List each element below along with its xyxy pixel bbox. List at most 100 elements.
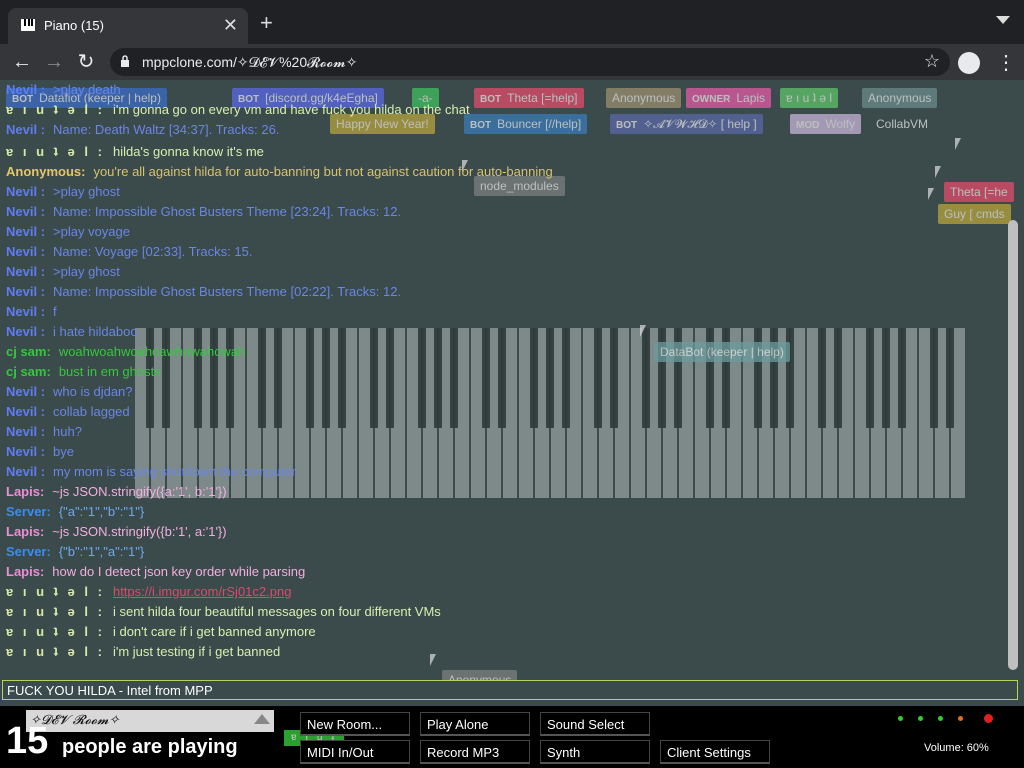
chat-message: Nevil : >play death [6,80,1006,100]
chat-message: Server: {"b":"1","a":"1"} [6,542,1006,562]
chat-message: ɐ ı u ʇ ǝ l : i'm just testing if i get b… [6,642,1006,662]
chat-scrollbar[interactable] [1008,220,1018,670]
chat-message: Nevil : Name: Impossible Ghost Busters Th… [6,282,1006,302]
chat-message: Anonymous: you're all against hilda for a… [6,162,1006,182]
profile-icon[interactable] [958,52,980,74]
indicator-dot [898,716,903,721]
new-tab-button[interactable]: + [260,10,273,36]
synth-button[interactable]: Synth [540,740,650,764]
close-icon[interactable]: ✕ [223,15,238,36]
volume-label: Volume: 60% [924,742,989,754]
chat-message: Server: {"a":"1","b":"1"} [6,502,1006,522]
chat-message: Nevil : who is djdan? [6,382,1006,402]
chat-text: collab lagged [53,404,130,419]
tab-search-icon[interactable] [996,16,1010,24]
chat-author: ɐ ı u ʇ ǝ l : [6,584,105,599]
midi-in-out-button[interactable]: MIDI In/Out [300,740,410,764]
chat-message: Lapis: ~js JSON.stringify({a:'1', b:'1'}) [6,482,1006,502]
chat-author: ɐ ı u ʇ ǝ l : [6,624,105,639]
lock-icon [121,55,129,67]
address-bar[interactable]: mppclone.com/✧𝓓𝓔𝓥%20𝓡𝓸𝓸𝓶✧ ☆ [110,48,950,76]
chat-message: Nevil : my mom is saying shutdown the com… [6,462,1006,482]
chat-message: Lapis: ~js JSON.stringify({b:'1', a:'1'}) [6,522,1006,542]
chat-author: ɐ ı u ʇ ǝ l : [6,644,105,659]
url-text: mppclone.com/✧𝓓𝓔𝓥%20𝓡𝓸𝓸𝓶✧ [142,54,358,70]
chat-message: Nevil : Name: Death Waltz [34:37]. Tracks… [6,120,1006,140]
chat-text: who is djdan? [53,384,133,399]
chat-author: Lapis: [6,564,45,579]
chat-author: Lapis: [6,524,45,539]
chat-message: Nevil : >play ghost [6,262,1006,282]
player-count-label: people are playing [62,736,238,758]
chat-text: ~js JSON.stringify({a:'1', b:'1'}) [52,484,227,499]
bookmark-star-icon[interactable]: ☆ [924,51,940,72]
chat-text: woahwoahwoahoawhowahowah [58,344,246,359]
chevron-up-icon[interactable] [254,714,270,724]
chat-author: Nevil : [6,444,46,459]
chat-author: Lapis: [6,484,45,499]
chat-message: Nevil : f [6,302,1006,322]
chat-message: ɐ ı u ʇ ǝ l : i don't care if i get banne… [6,622,1006,642]
chat-author: Server: [6,504,51,519]
chat-message: ɐ ı u ʇ ǝ l : https://i.imgur.com/rSj01c2… [6,582,1006,602]
chat-message: ɐ ı u ʇ ǝ l : i'm gonna go on every vm an… [6,100,1006,120]
chat-author: ɐ ı u ʇ ǝ l : [6,144,105,159]
chat-message: Nevil : >play ghost [6,182,1006,202]
chat-message: Nevil : i hate hildaboo [6,322,1006,342]
chat-author: Nevil : [6,204,46,219]
forward-arrow-icon[interactable]: → [42,50,66,74]
sound-select-button[interactable]: Sound Select [540,712,650,736]
new-room-button[interactable]: New Room... [300,712,410,736]
chat-author: Nevil : [6,184,46,199]
browser-tab[interactable]: Piano (15) ✕ [8,8,248,44]
record-mp3-button[interactable]: Record MP3 [420,740,530,764]
tab-title: Piano (15) [44,18,104,33]
chat-link[interactable]: https://i.imgur.com/rSj01c2.png [113,584,291,599]
chat-author: Nevil : [6,324,46,339]
piano-icon [21,19,35,31]
chat-text: Name: Impossible Ghost Busters Theme [02… [53,284,402,299]
menu-icon[interactable]: ⋮ [996,50,1016,75]
client-settings-button[interactable]: Client Settings [660,740,770,764]
chat-message: ɐ ı u ʇ ǝ l : i sent hilda four beautiful… [6,602,1006,622]
indicator-dot [984,714,993,723]
reload-icon[interactable]: ↻ [74,50,98,74]
room-selector[interactable]: ✧𝓓𝓔𝓥 𝓡𝓸𝓸𝓶✧ [26,710,274,732]
chat-text: my mom is saying shutdown the computer [53,464,296,479]
chat-author: ɐ ı u ʇ ǝ l : [6,604,105,619]
volume-dial[interactable] [898,710,1008,738]
chat-message: Nevil : Name: Impossible Ghost Busters Th… [6,202,1006,222]
chat-author: Nevil : [6,424,46,439]
chat-text: i sent hilda four beautiful messages on … [112,604,441,619]
play-alone-button[interactable]: Play Alone [420,712,530,736]
chat-text: i'm just testing if i get banned [112,644,281,659]
chat-text: hilda's gonna know it's me [112,144,264,159]
browser-tab-strip: Piano (15) ✕ + [0,0,1024,44]
chat-text: >play voyage [53,224,130,239]
chat-text: bye [53,444,74,459]
chat-author: Nevil : [6,404,46,419]
chat-text: how do I detect json key order while par… [52,564,306,579]
chat-author: Server: [6,544,51,559]
chat-text: Name: Impossible Ghost Busters Theme [23… [53,204,402,219]
back-arrow-icon[interactable]: ← [10,50,34,74]
chat-message: Lapis: how do I detect json key order whi… [6,562,1006,582]
chat-log: Nevil : >play death ɐ ı u ʇ ǝ l : i'm gonna… [6,80,1006,662]
chat-author: Nevil : [6,264,46,279]
chat-author: Nevil : [6,82,46,97]
chat-author: Nevil : [6,244,46,259]
chat-text: >play ghost [53,264,120,279]
chat-message: Nevil : bye [6,442,1006,462]
chat-author: Nevil : [6,304,46,319]
chat-author: Nevil : [6,384,46,399]
chat-text: bust in em ghosts [58,364,161,379]
chat-author: Nevil : [6,284,46,299]
chat-text: i hate hildaboo [53,324,138,339]
chat-input[interactable]: FUCK YOU HILDA - Intel from MPP [2,680,1018,700]
chat-text: huh? [53,424,82,439]
chat-author: Nevil : [6,224,46,239]
chat-text: i don't care if i get banned anymore [112,624,316,639]
chat-message: Nevil : collab lagged [6,402,1006,422]
chat-author: cj sam: [6,344,51,359]
chat-text: ~js JSON.stringify({b:'1', a:'1'}) [52,524,227,539]
